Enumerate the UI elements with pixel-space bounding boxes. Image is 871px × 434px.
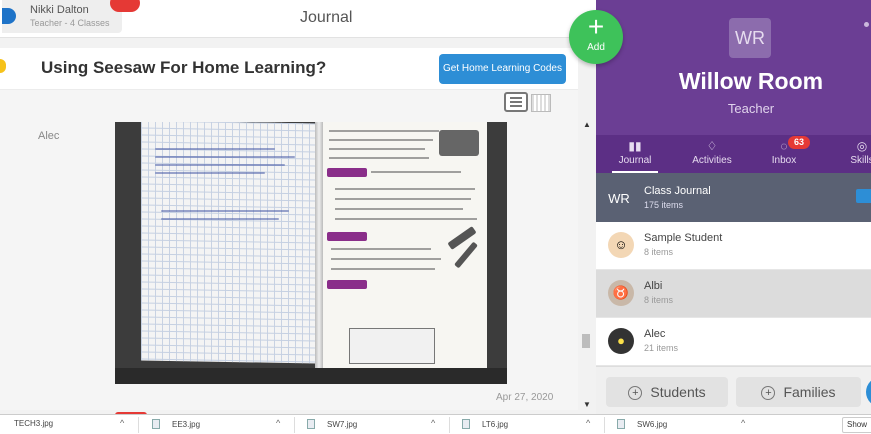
- student-row[interactable]: ♉ Albi 8 items: [596, 270, 871, 318]
- activity-label: [327, 168, 367, 177]
- class-journal-count: 175 items: [644, 200, 684, 210]
- teacher-name: Nikki Dalton: [30, 4, 89, 16]
- grid-view-icon[interactable]: [531, 94, 551, 112]
- panel-footer: + Students + Families: [596, 366, 871, 414]
- show-all-downloads-button[interactable]: Show: [842, 417, 871, 433]
- activity-label: [327, 280, 367, 289]
- file-icon: [307, 419, 315, 429]
- page-title: Journal: [300, 9, 353, 26]
- feed-scrollbar[interactable]: ▲ ▼: [579, 120, 593, 414]
- add-families-button[interactable]: + Families: [736, 377, 861, 407]
- class-panel: WR Willow Room Teacher ▮▮ Journal ♢ Acti…: [596, 0, 871, 414]
- go-kart-drawing: [349, 328, 435, 364]
- class-tabs: ▮▮ Journal ♢ Activities ◌ 63 Inbox ◎ Ski…: [596, 135, 871, 173]
- download-item[interactable]: LT6.jpg ^: [462, 418, 590, 433]
- activity-label: [327, 232, 367, 241]
- banner-icon: [0, 59, 6, 73]
- get-home-learning-codes-button[interactable]: Get Home Learning Codes: [439, 54, 566, 84]
- monster-avatar: ●: [608, 328, 634, 354]
- student-row[interactable]: ● Alec 21 items: [596, 318, 871, 366]
- class-journal-row[interactable]: WR Class Journal 175 items: [596, 173, 871, 225]
- file-icon: [462, 419, 470, 429]
- banner-title: Using Seesaw For Home Learning?: [41, 58, 327, 77]
- handwriting-line: [155, 148, 275, 150]
- student-row[interactable]: ☺ Sample Student 8 items: [596, 222, 871, 270]
- add-label: Add: [587, 42, 605, 53]
- scroll-thumb[interactable]: [582, 334, 590, 348]
- lightbulb-icon: ♢: [706, 139, 718, 153]
- grid-paper-page: [141, 122, 317, 364]
- handwriting-line: [161, 210, 289, 212]
- class-role: Teacher: [727, 101, 775, 116]
- class-journal-name: Class Journal: [644, 185, 711, 197]
- file-icon: [152, 419, 160, 429]
- book-icon: ▮▮: [628, 139, 642, 153]
- post-photo[interactable]: [115, 122, 507, 384]
- post-author: Alec: [38, 130, 60, 142]
- handwriting-line: [155, 164, 285, 166]
- cow-avatar: ♉: [608, 280, 634, 306]
- tab-journal[interactable]: ▮▮ Journal: [610, 135, 660, 173]
- scroll-down-icon[interactable]: ▼: [583, 400, 591, 409]
- chevron-up-icon[interactable]: ^: [276, 418, 280, 428]
- chevron-up-icon[interactable]: ^: [741, 418, 745, 428]
- class-name: Willow Room: [678, 68, 824, 94]
- inbox-count-badge: 63: [788, 136, 810, 149]
- tab-activities[interactable]: ♢ Activities: [682, 135, 742, 173]
- download-item[interactable]: EE3.jpg ^: [152, 418, 280, 433]
- teacher-avatar: [2, 8, 16, 24]
- download-bar: TECH3.jpg ^ EE3.jpg ^ SW7.jpg ^ LT6.jpg …: [0, 414, 871, 434]
- more-options-icon[interactable]: [864, 22, 869, 27]
- post-date: Apr 27, 2020: [496, 392, 554, 403]
- tab-inbox[interactable]: ◌ 63 Inbox: [762, 135, 810, 173]
- settings-button[interactable]: [866, 377, 871, 407]
- plus-icon: +: [587, 11, 605, 42]
- handwriting-line: [155, 172, 265, 174]
- student-avatar: ☺: [608, 232, 634, 258]
- chevron-up-icon[interactable]: ^: [431, 418, 435, 428]
- skills-icon: ◎: [856, 139, 868, 153]
- home-learning-banner: Using Seesaw For Home Learning? Get Home…: [0, 48, 578, 90]
- file-icon: [617, 419, 625, 429]
- tab-skills[interactable]: ◎ Skills: [842, 135, 871, 173]
- add-button[interactable]: + Add: [569, 10, 623, 64]
- handwriting-line: [161, 218, 279, 220]
- download-item[interactable]: TECH3.jpg ^: [14, 418, 124, 433]
- add-circle-icon: +: [761, 386, 776, 400]
- download-item[interactable]: SW6.jpg ^: [617, 418, 745, 433]
- journal-feed: Alec Apr 27, 2020: [0, 90, 578, 418]
- class-journal-avatar: WR: [608, 191, 630, 206]
- top-header: Nikki Dalton Teacher - 4 Classes Journal: [0, 0, 596, 38]
- seesaw-app: Nikki Dalton Teacher - 4 Classes Journal…: [0, 0, 871, 434]
- notification-badge[interactable]: [110, 0, 140, 12]
- class-avatar: WR: [729, 18, 771, 58]
- book-spine: [315, 122, 323, 368]
- list-view-icon[interactable]: [504, 92, 528, 112]
- class-journal-flag: [856, 189, 871, 203]
- class-header: WR Willow Room Teacher: [596, 0, 871, 135]
- worksheet-page: [321, 122, 487, 368]
- chevron-up-icon[interactable]: ^: [586, 418, 590, 428]
- teacher-switcher[interactable]: Nikki Dalton Teacher - 4 Classes: [2, 0, 140, 33]
- download-item[interactable]: SW7.jpg ^: [307, 418, 435, 433]
- chevron-up-icon[interactable]: ^: [120, 418, 124, 428]
- add-students-button[interactable]: + Students: [606, 377, 728, 407]
- handwriting-line: [155, 156, 295, 158]
- workbook-image: [141, 122, 487, 368]
- scroll-up-icon[interactable]: ▲: [583, 120, 591, 129]
- add-circle-icon: +: [628, 386, 643, 400]
- teacher-class-count: Teacher - 4 Classes: [30, 18, 110, 28]
